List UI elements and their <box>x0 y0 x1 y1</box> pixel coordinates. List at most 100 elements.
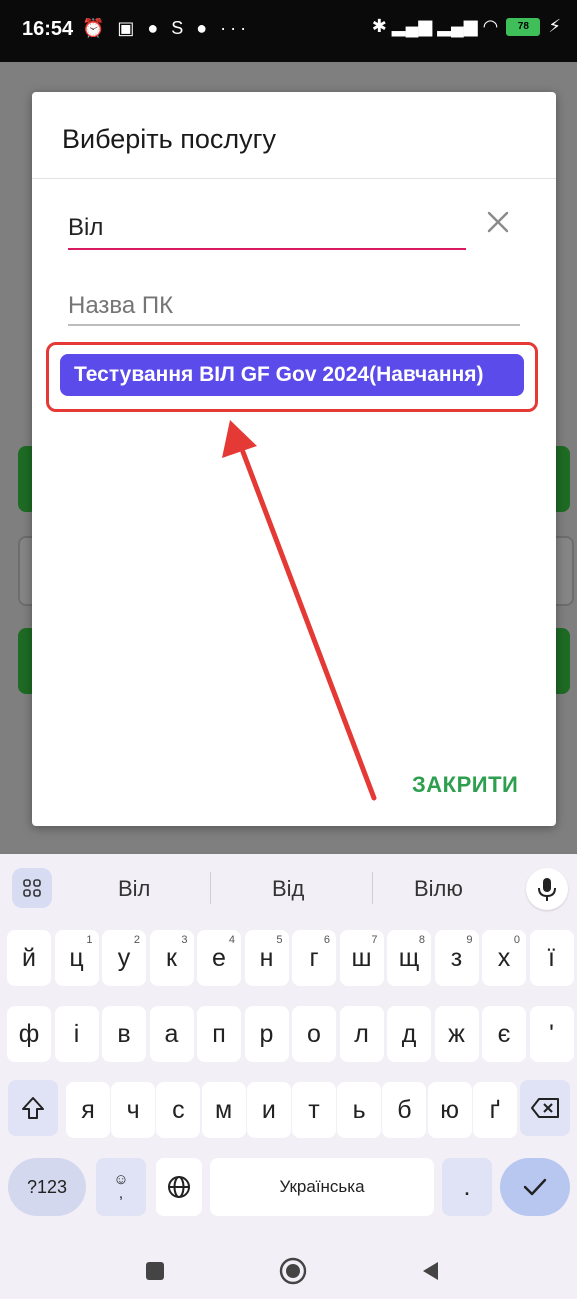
key-е[interactable]: е4 <box>197 930 241 986</box>
key-а[interactable]: а <box>149 1006 194 1062</box>
suggestion-divider <box>210 872 211 904</box>
key-hint: 5 <box>276 934 283 946</box>
key-label: і <box>73 1019 80 1048</box>
key-щ[interactable]: щ8 <box>387 930 431 986</box>
key-ц[interactable]: ц1 <box>54 930 99 986</box>
enter-key[interactable] <box>500 1158 570 1216</box>
back-icon[interactable] <box>420 1260 440 1282</box>
key-hint: 3 <box>181 934 188 946</box>
search-input-underline <box>68 248 466 250</box>
status-bar: 16:54 ⏰ ▣ ● S ● ··· ✱ ▂▄▆ ▂▄▆ ◠ 78 ⚡ <box>0 0 577 62</box>
signal-wifi-icons: ✱ ▂▄▆ ▂▄▆ ◠ <box>371 16 499 36</box>
key-ї[interactable]: ї <box>529 930 574 986</box>
key-label: ' <box>549 1019 554 1048</box>
key-х[interactable]: х0 <box>482 930 526 986</box>
select-service-dialog: Виберіть послугу Тестування ВІЛ GF Gov 2… <box>32 92 556 826</box>
key-label: й <box>22 943 36 972</box>
charging-icon: ⚡ <box>548 16 561 36</box>
key-label: и <box>261 1095 276 1124</box>
key-я[interactable]: я <box>66 1082 110 1138</box>
battery-icon: 78 <box>506 17 541 36</box>
key-ю[interactable]: ю <box>427 1082 472 1138</box>
key-ж[interactable]: ж <box>434 1006 479 1062</box>
key-label: я <box>81 1095 95 1124</box>
globe-icon[interactable] <box>156 1158 202 1216</box>
key-label: ж <box>448 1019 465 1048</box>
key-label: к <box>166 943 177 972</box>
service-result-item[interactable]: Тестування ВІЛ GF Gov 2024(Навчання) <box>60 354 524 396</box>
key-label: ф <box>18 1019 40 1048</box>
pc-name-input[interactable] <box>68 288 518 324</box>
key-label: ю <box>440 1095 459 1124</box>
key-й[interactable]: й <box>7 930 51 986</box>
navigation-bar <box>0 1240 577 1299</box>
key-о[interactable]: о <box>292 1006 336 1062</box>
close-button[interactable]: ЗАКРИТИ <box>412 772 518 798</box>
suggestion-1[interactable]: Віл <box>118 876 150 902</box>
suggestion-2[interactable]: Від <box>272 876 304 902</box>
key-т[interactable]: т <box>292 1082 336 1138</box>
space-key[interactable]: Українська <box>210 1158 434 1216</box>
suggestion-3[interactable]: Вілю <box>414 876 463 902</box>
key-д[interactable]: д <box>387 1006 431 1062</box>
key-label: з <box>450 943 463 972</box>
shift-key[interactable] <box>8 1080 58 1136</box>
key-label: у <box>117 943 131 972</box>
key-р[interactable]: р <box>244 1006 289 1062</box>
system-icons: ✱ ▂▄▆ ▂▄▆ ◠ 78 ⚡ <box>372 16 561 37</box>
key-ґ[interactable]: ґ <box>472 1082 517 1138</box>
soft-keyboard: Віл Від Вілю йц1у2к3е4н5г6ш7щ8з9х0їфівап… <box>0 854 577 1299</box>
apps-grid-icon[interactable] <box>12 868 52 908</box>
key-ш[interactable]: ш7 <box>339 930 384 986</box>
key-г[interactable]: г6 <box>292 930 336 986</box>
recents-icon[interactable] <box>146 1262 164 1280</box>
key-label: ь <box>352 1095 366 1124</box>
dialog-divider <box>32 178 556 179</box>
key-label: т <box>308 1095 320 1124</box>
key-hint: 0 <box>513 934 520 946</box>
key-label: м <box>215 1095 233 1124</box>
key-і[interactable]: і <box>54 1006 99 1062</box>
key-label: л <box>354 1019 369 1048</box>
key-к[interactable]: к3 <box>149 930 194 986</box>
key-label: ц <box>69 943 84 972</box>
key-'[interactable]: ' <box>529 1006 574 1062</box>
key-в[interactable]: в <box>102 1006 146 1062</box>
key-label: х <box>497 943 511 972</box>
key-hint: 8 <box>418 934 425 946</box>
emoji-comma-key[interactable]: ☺ , <box>96 1158 146 1216</box>
close-icon[interactable] <box>484 208 512 236</box>
key-ф[interactable]: ф <box>7 1006 51 1062</box>
key-label: д <box>401 1019 417 1048</box>
key-label: о <box>307 1019 321 1048</box>
key-ь[interactable]: ь <box>337 1082 382 1138</box>
key-з[interactable]: з9 <box>434 930 479 986</box>
key-п[interactable]: п <box>197 1006 241 1062</box>
key-hint: 9 <box>466 934 473 946</box>
search-input[interactable] <box>68 210 466 246</box>
key-б[interactable]: б <box>382 1082 427 1138</box>
key-label: ґ <box>489 1095 500 1124</box>
microphone-icon[interactable] <box>526 868 568 910</box>
key-label: є <box>497 1019 511 1048</box>
key-hint: 7 <box>371 934 378 946</box>
key-label: а <box>164 1019 179 1048</box>
key-ч[interactable]: ч <box>111 1082 156 1138</box>
backspace-key[interactable] <box>520 1080 570 1136</box>
period-key[interactable]: . <box>442 1158 492 1216</box>
key-hint: 1 <box>86 934 93 946</box>
key-у[interactable]: у2 <box>102 930 146 986</box>
home-icon[interactable] <box>278 1256 308 1286</box>
status-time: 16:54 <box>22 18 74 40</box>
dialog-title: Виберіть послугу <box>62 124 276 154</box>
key-м[interactable]: м <box>201 1082 246 1138</box>
key-hint: 6 <box>323 934 330 946</box>
key-и[interactable]: и <box>246 1082 291 1138</box>
key-н[interactable]: н5 <box>244 930 289 986</box>
key-с[interactable]: с <box>156 1082 201 1138</box>
symbols-key[interactable]: ?123 <box>8 1158 86 1216</box>
key-л[interactable]: л <box>339 1006 384 1062</box>
key-label: в <box>117 1019 131 1048</box>
key-є[interactable]: є <box>482 1006 526 1062</box>
key-label: н <box>259 943 274 972</box>
